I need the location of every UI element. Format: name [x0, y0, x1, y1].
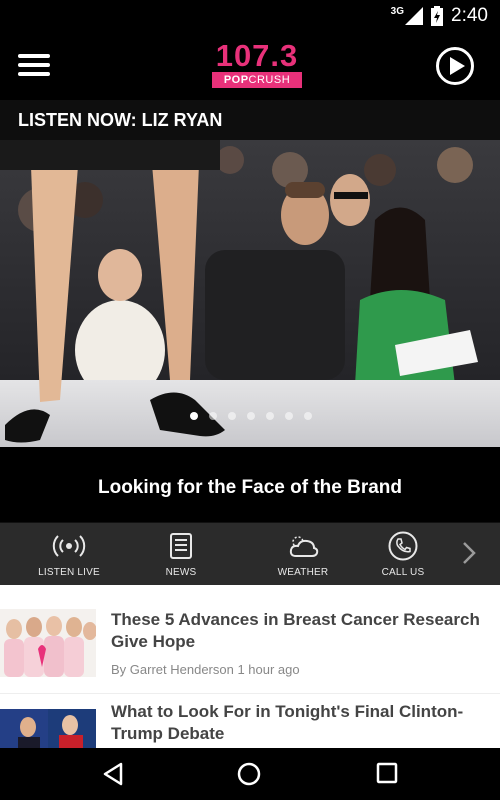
logo-subtitle: POPCRUSH: [212, 72, 302, 88]
weather-button[interactable]: WEATHER: [263, 531, 343, 578]
recents-button[interactable]: [376, 762, 398, 789]
back-icon: [103, 762, 123, 786]
back-button[interactable]: [101, 762, 125, 791]
scroll-right-button[interactable]: [462, 541, 476, 570]
logo-sub-light: CRUSH: [248, 74, 291, 86]
article-thumbnail: [0, 709, 96, 748]
weather-icon: [289, 536, 319, 557]
home-icon: [237, 762, 261, 786]
article-thumbnail-image: [0, 709, 96, 748]
logo-number: 107.3: [215, 38, 299, 73]
slide-dot[interactable]: [266, 412, 274, 420]
slide-dot[interactable]: [190, 412, 198, 420]
article-meta: By Garret Henderson 1 hour ago: [111, 662, 300, 677]
slide-dot[interactable]: [247, 412, 255, 420]
play-icon: [450, 57, 465, 75]
call-us-button[interactable]: CALL US: [363, 531, 443, 578]
chevron-right-icon: [463, 542, 476, 564]
signal-icon: [405, 7, 424, 25]
news-button[interactable]: NEWS: [141, 531, 221, 578]
article-thumbnail: [0, 609, 96, 677]
listen-live-label: LISTEN LIVE: [38, 567, 100, 578]
hamburger-icon: [18, 54, 50, 58]
recents-icon: [376, 762, 398, 784]
news-feed: These 5 Advances in Breast Cancer Resear…: [0, 585, 500, 748]
hamburger-line: [18, 63, 50, 67]
news-label: NEWS: [165, 567, 197, 578]
battery-icon: [431, 6, 444, 26]
broadcast-icon: [52, 535, 86, 557]
hero-image: [0, 140, 500, 447]
home-button[interactable]: [237, 762, 261, 791]
app-bar: 107.3 POPCRUSH: [0, 32, 500, 100]
article-title[interactable]: These 5 Advances in Breast Cancer Resear…: [111, 609, 486, 653]
news-icon: [170, 533, 192, 559]
hero-caption[interactable]: Looking for the Face of the Brand: [0, 447, 500, 522]
phone-icon: [388, 531, 418, 561]
menu-button[interactable]: [18, 54, 50, 78]
listen-now-banner[interactable]: LISTEN NOW: LIZ RYAN: [0, 100, 500, 140]
slide-dot[interactable]: [209, 412, 217, 420]
slide-dot[interactable]: [228, 412, 236, 420]
system-nav-bar: [0, 748, 500, 800]
slide-dot[interactable]: [285, 412, 293, 420]
logo-sub-bold: POP: [223, 74, 249, 86]
call-us-label: CALL US: [381, 567, 425, 578]
slide-indicator[interactable]: [190, 412, 312, 420]
slide-dot[interactable]: [304, 412, 312, 420]
listen-live-button[interactable]: LISTEN LIVE: [29, 531, 109, 578]
network-type: 3G: [390, 5, 405, 17]
divider: [0, 693, 500, 694]
hamburger-line: [18, 72, 50, 76]
hero-slider[interactable]: [0, 140, 500, 447]
status-bar: 3G 2:40: [0, 0, 500, 32]
station-logo[interactable]: 107.3 POPCRUSH: [208, 40, 306, 90]
weather-label: WEATHER: [277, 567, 329, 578]
article-thumbnail-image: [0, 609, 96, 677]
article-title[interactable]: What to Look For in Tonight's Final Clin…: [111, 701, 486, 745]
status-time: 2:40: [451, 5, 488, 26]
play-button[interactable]: [436, 47, 474, 85]
quick-nav-bar: LISTEN LIVE NEWS WEATHER CALL US: [0, 522, 500, 585]
